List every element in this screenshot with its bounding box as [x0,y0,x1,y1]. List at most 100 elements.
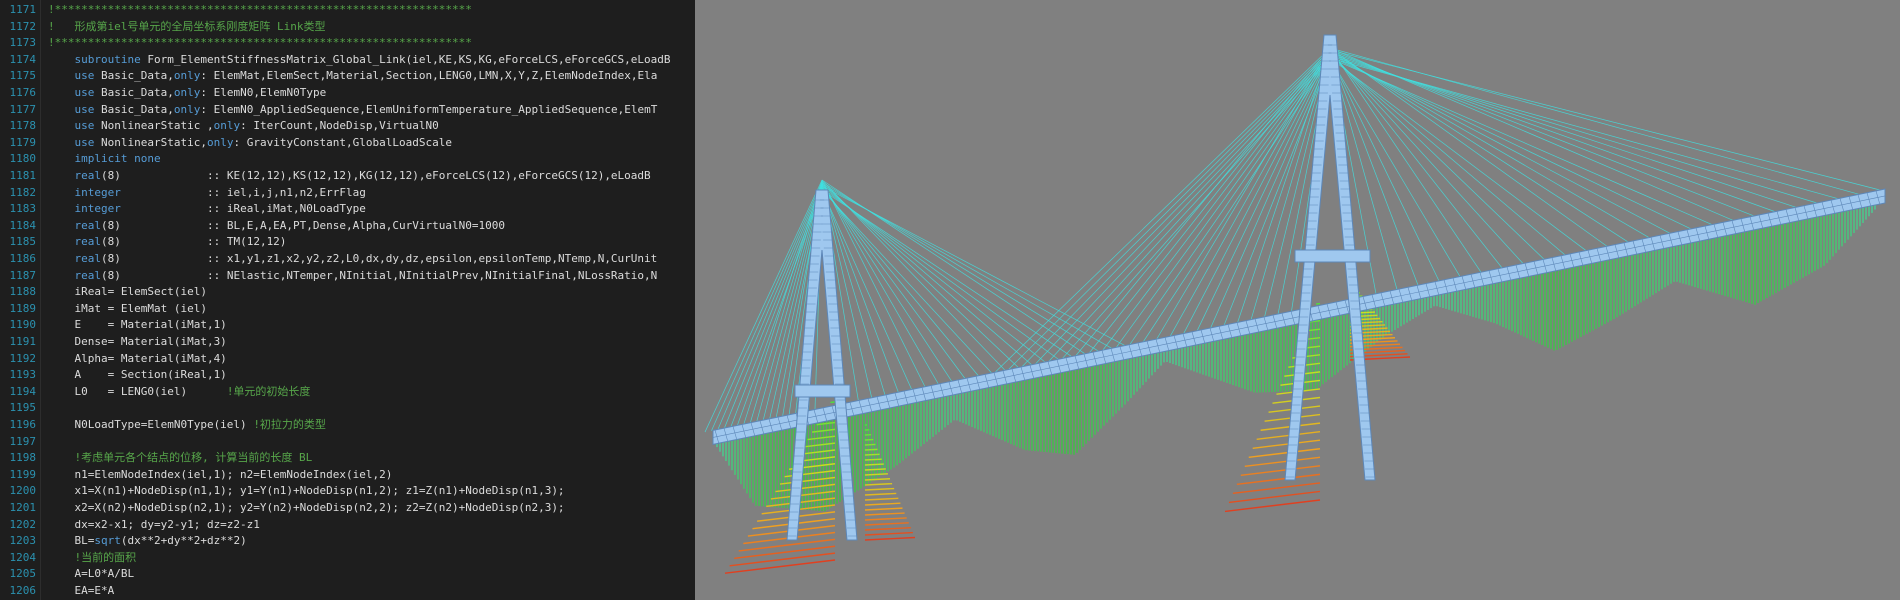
stay-cable [821,185,1126,346]
code-token-keyword: real [74,268,102,282]
tower-force-diagram-bar [1228,490,1321,504]
line-number: 1188 [9,285,37,299]
code-token-plain: x1=X(n1)+NodeDisp(n1,1); y1=Y(n1)+NodeDi… [48,484,565,498]
tower-force-diagram-bar [864,497,899,501]
line-number: 1178 [9,119,37,133]
line-number: 1179 [9,135,37,149]
code-line[interactable]: !***************************************… [48,35,472,52]
line-number: 1202 [9,517,37,531]
code-token-keyword: only [213,119,241,133]
stay-cable [1329,49,1629,243]
code-line[interactable]: L0 = LENG0(iel) !单元的初始长度 [48,384,310,401]
code-line[interactable]: implicit none [48,151,161,168]
tower-force-diagram-bar [864,448,878,451]
line-number: 1185 [9,235,37,249]
code-token-keyword: use [74,69,95,83]
stay-cable [1089,49,1331,354]
3d-model-viewport[interactable] [695,0,1900,600]
code-line[interactable]: E = Material(iMat,1) [48,317,226,334]
code-line[interactable]: !***************************************… [48,2,472,19]
code-line[interactable]: real(8) :: NElastic,NTemper,NInitial,NIn… [48,268,658,285]
code-line[interactable]: real(8) :: TM(12,12) [48,234,287,251]
code-line[interactable]: EA=E*A [48,583,114,600]
tower-force-diagram-bar [864,458,882,461]
code-token-keyword: integer [74,202,121,216]
code-line[interactable]: ! 形成第iel号单元的全局坐标系刚度矩阵 Link类型 [48,19,325,36]
code-line[interactable]: !考虑单元各个结点的位移, 计算当前的长度 BL [48,450,313,467]
line-number: 1197 [9,434,37,448]
tower-force-diagram-bar [864,478,891,481]
code-token-plain: EA=E*A [48,584,115,597]
code-token-keyword: use [74,102,95,116]
line-number: 1196 [9,418,37,431]
tower-force-diagram-bar [864,502,901,506]
code-line[interactable]: real(8) :: x1,y1,z1,x2,y2,z2,L0,dx,dy,dz… [48,251,658,268]
code-line[interactable]: x1=X(n1)+NodeDisp(n1,1); y1=Y(n1)+NodeDi… [48,483,565,500]
line-number: 1206 [9,584,37,597]
tower-force-diagram-bar [864,492,897,496]
code-line[interactable]: iReal= ElemSect(iel) [48,284,206,301]
code-line[interactable]: integer :: iel,i,j,n1,n2,ErrFlag [48,185,366,202]
stay-cable [1329,51,1524,264]
code-editor[interactable]: 1171 1172 1173 1174 1175 1176 1177 1178 1179 1180… [0,0,695,600]
right-tower-crossbeam [1294,249,1371,263]
code-line[interactable]: subroutine Form_ElementStiffnessMatrix_G… [48,52,671,69]
code-line[interactable]: x2=X(n2)+NodeDisp(n2,1); y2=Y(n2)+NodeDi… [48,500,564,517]
code-token-keyword: only [173,102,201,116]
code-token-comment: !单元的初始长度 [226,384,311,398]
code-token-keyword: only [173,69,201,83]
code-line[interactable]: use NonlinearStatic ,only: IterCount,Nod… [48,118,439,135]
code-line[interactable]: real(8) :: KE(12,12),KS(12,12),KG(12,12)… [48,168,651,185]
code-token-plain: BL= [48,534,95,548]
tower-force-diagram-bar [864,468,886,471]
stay-cable [1129,55,1331,345]
code-line[interactable]: !当前的面积 [48,550,137,567]
line-number: 1177 [9,102,37,116]
code-line[interactable]: A=L0*A/BL [48,566,134,583]
stay-cable [821,189,992,374]
code-token-plain: Form_ElementStiffnessMatrix_Global_Link(… [140,52,671,66]
tower-force-diagram-bar [830,401,836,404]
line-number: 1205 [9,567,37,581]
cable-stayed-bridge-model[interactable] [695,0,1900,600]
line-number: 1194 [9,384,37,398]
code-line[interactable]: Alpha= Material(iMat,4) [48,351,226,368]
code-line[interactable]: BL=sqrt(dx**2+dy**2+dz**2) [48,533,246,550]
code-line[interactable]: real(8) :: BL,E,A,EA,PT,Dense,Alpha,CurV… [48,218,505,235]
code-token-plain: : IterCount,NodeDisp,VirtualN0 [240,119,439,133]
tower-force-diagram-bar [864,507,903,511]
code-line[interactable]: integer :: iReal,iMat,N0LoadType [48,201,366,218]
tower-force-diagram-bar [729,552,836,567]
code-token-comment: !***************************************… [48,36,472,50]
line-number: 1171 [9,3,37,16]
line-number: 1204 [9,550,37,564]
tower-force-diagram-bar [864,517,907,521]
code-line[interactable]: dx=x2-x1; dy=y2-y1; dz=z2-z1 [48,517,259,534]
code-line[interactable]: use Basic_Data,only: ElemN0,ElemN0Type [48,85,327,102]
code-line[interactable]: A = Section(iReal,1) [48,367,226,384]
line-number: 1189 [9,301,37,315]
code-line[interactable]: n1=ElemNodeIndex(iel,1); n2=ElemNodeInde… [48,467,392,484]
code-line[interactable]: use Basic_Data,only: ElemMat,ElemSect,Ma… [48,68,658,85]
tower-force-diagram-bar [864,527,911,531]
line-number: 1203 [9,534,37,548]
stay-cable [1329,51,1650,238]
code-token-keyword: subroutine [74,52,141,66]
code-token-plain: Basic_Data, [94,102,174,116]
line-number: 1176 [9,86,37,99]
code-line[interactable]: N0LoadType=ElemN0Type(iel) !初拉力的类型 [48,417,325,434]
code-line[interactable]: use Basic_Data,only: ElemN0_AppliedSeque… [48,102,658,119]
tower-force-diagram-bar [1252,439,1321,449]
line-number: 1175 [9,69,37,83]
code-line[interactable]: use NonlinearStatic,only: GravityConstan… [48,135,453,152]
code-line[interactable]: iMat = ElemMat (iel) [48,301,207,318]
code-line[interactable]: Dense= Material(iMat,3) [48,334,226,351]
code-token-plain: iMat = ElemMat (iel) [48,301,207,315]
line-number: 1186 [9,252,37,265]
code-token-plain: (8) :: x1,y1,z1,x2,y2,z2,L0,dx,dy,dz,eps… [101,252,658,265]
